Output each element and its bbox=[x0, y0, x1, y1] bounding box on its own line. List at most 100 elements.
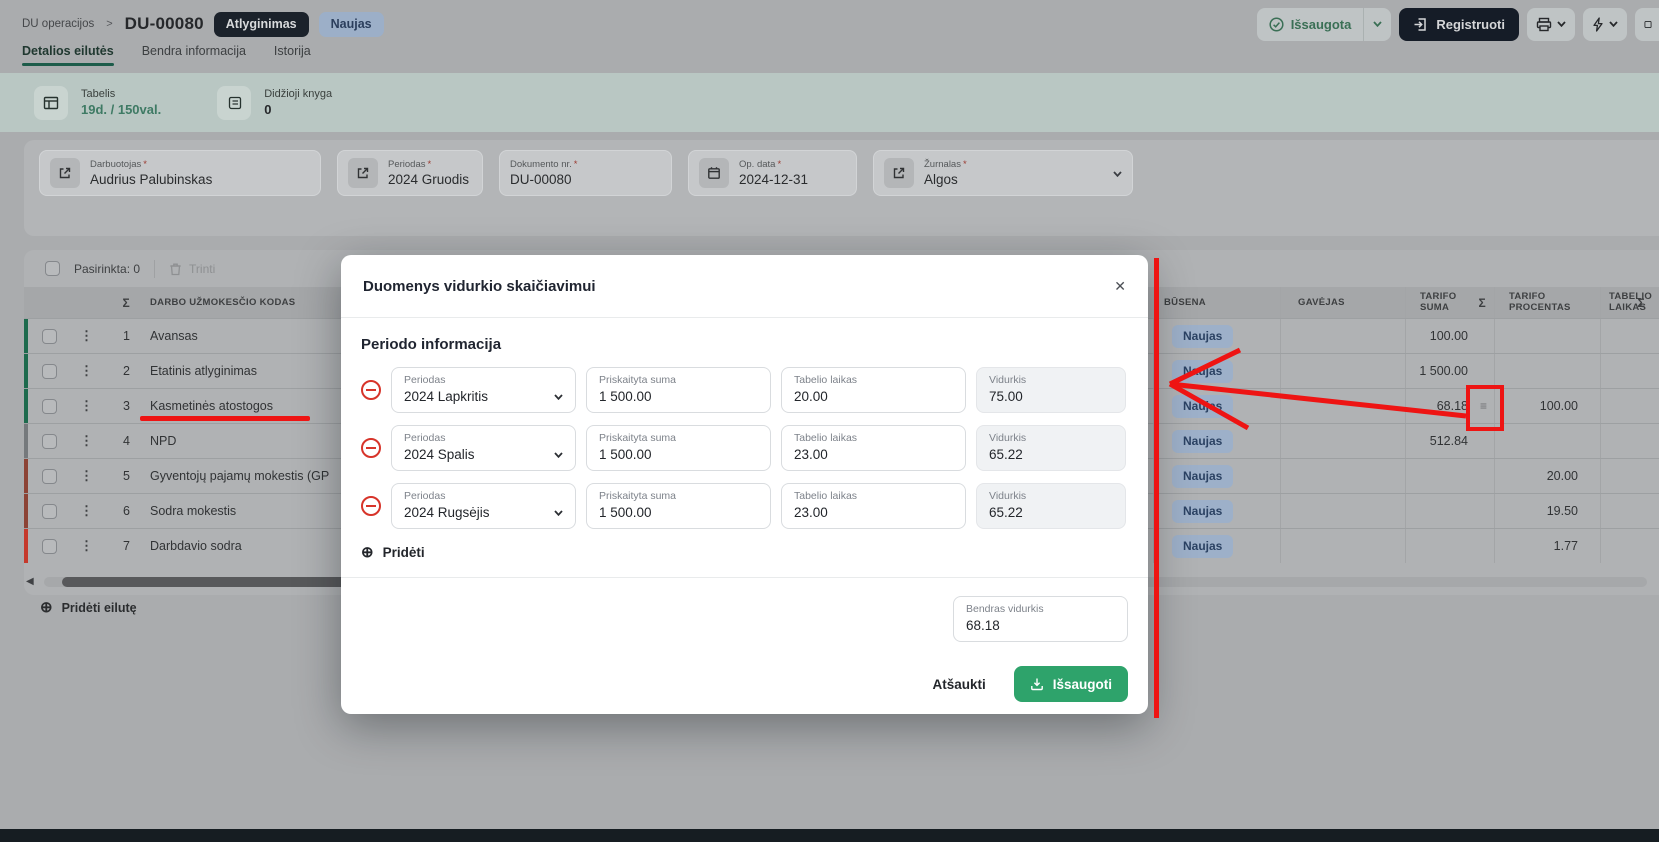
saved-button[interactable]: Išsaugota bbox=[1257, 8, 1392, 41]
vidurkis-value: 65.22 bbox=[989, 505, 1113, 520]
col-header-busena[interactable]: BŪSENA bbox=[1153, 287, 1280, 318]
row-checkbox[interactable] bbox=[42, 329, 57, 344]
save-icon bbox=[1030, 677, 1044, 691]
vidurkis-label: Vidurkis bbox=[989, 432, 1113, 444]
sigma-icon[interactable]: Σ bbox=[122, 296, 130, 310]
row-gavejas bbox=[1280, 354, 1405, 388]
period-select[interactable]: Periodas 2024 Rugsėjis bbox=[391, 483, 576, 529]
bendras-vidurkis-field: Bendras vidurkis 68.18 bbox=[953, 596, 1128, 642]
add-period-button[interactable]: ⊕ Pridėti bbox=[361, 543, 1128, 561]
chevron-down-icon[interactable] bbox=[1113, 164, 1122, 182]
remove-period-icon[interactable] bbox=[361, 380, 381, 400]
plus-circle-icon: ⊕ bbox=[40, 600, 53, 615]
tabelio-laikas-input[interactable]: Tabelio laikas 23.00 bbox=[781, 483, 966, 529]
external-link-icon bbox=[50, 158, 80, 188]
darbuotojas-field[interactable]: Darbuotojas* Audrius Palubinskas bbox=[39, 150, 321, 196]
period-value: 2024 Spalis bbox=[404, 447, 563, 462]
period-select[interactable]: Periodas 2024 Spalis bbox=[391, 425, 576, 471]
row-tarifo-procentas: 19.50 bbox=[1494, 494, 1600, 528]
period-label: Periodas bbox=[404, 374, 563, 386]
tab-istorija[interactable]: Istorija bbox=[274, 44, 311, 66]
tab-bendra-informacija[interactable]: Bendra informacija bbox=[142, 44, 246, 66]
print-button[interactable] bbox=[1527, 8, 1575, 41]
plus-circle-icon: ⊕ bbox=[361, 543, 374, 561]
dokumento-nr-field[interactable]: Dokumento nr.* DU-00080 bbox=[499, 150, 672, 196]
sigma-icon[interactable]: Σ bbox=[1478, 296, 1486, 310]
sigma-icon[interactable]: Σ bbox=[1637, 296, 1645, 310]
select-all-checkbox[interactable] bbox=[45, 261, 60, 276]
op-data-field[interactable]: Op. data* 2024-12-31 bbox=[688, 150, 857, 196]
col-header-tarifo-suma[interactable]: TARIFOSUMA Σ bbox=[1405, 287, 1494, 318]
tab-detalios-eilutes[interactable]: Detalios eilutės bbox=[22, 44, 114, 66]
priskaityta-label: Priskaityta suma bbox=[599, 374, 758, 386]
row-status-bar bbox=[24, 354, 28, 388]
row-menu-icon[interactable]: ⋮ bbox=[70, 354, 103, 388]
col-header-gavejas[interactable]: GAVĖJAS bbox=[1280, 287, 1405, 318]
actions-button[interactable] bbox=[1583, 8, 1627, 41]
row-menu-icon[interactable]: ⋮ bbox=[70, 319, 103, 353]
priskaityta-suma-input[interactable]: Priskaityta suma 1 500.00 bbox=[586, 425, 771, 471]
delete-button[interactable]: Trinti bbox=[169, 262, 215, 276]
remove-period-icon[interactable] bbox=[361, 496, 381, 516]
row-checkbox[interactable] bbox=[42, 364, 57, 379]
tabelio-value: 23.00 bbox=[794, 505, 953, 520]
remove-period-icon[interactable] bbox=[361, 438, 381, 458]
row-checkbox[interactable] bbox=[42, 434, 57, 449]
chevron-down-icon bbox=[554, 387, 563, 405]
breadcrumb[interactable]: DU operacijos bbox=[22, 18, 94, 30]
priskaityta-value: 1 500.00 bbox=[599, 389, 758, 404]
chevron-down-icon bbox=[554, 445, 563, 463]
row-tarifo-suma: 100.00 bbox=[1430, 329, 1468, 343]
row-status-badge: Naujas bbox=[1172, 500, 1233, 523]
scroll-left-arrow-icon[interactable]: ◀ bbox=[26, 576, 34, 587]
cancel-button[interactable]: Atšaukti bbox=[932, 677, 985, 692]
tabelio-laikas-input[interactable]: Tabelio laikas 23.00 bbox=[781, 425, 966, 471]
saved-dropdown-toggle[interactable] bbox=[1363, 8, 1391, 41]
priskaityta-suma-input[interactable]: Priskaityta suma 1 500.00 bbox=[586, 367, 771, 413]
periodas-label: Periodas bbox=[388, 159, 426, 170]
tabelio-laikas-input[interactable]: Tabelio laikas 20.00 bbox=[781, 367, 966, 413]
row-checkbox[interactable] bbox=[42, 539, 57, 554]
trash-icon bbox=[169, 262, 182, 276]
zurnalas-field[interactable]: Žurnalas* Algos bbox=[873, 150, 1133, 196]
external-link-icon bbox=[884, 158, 914, 188]
periodas-value: 2024 Gruodis bbox=[388, 172, 469, 187]
row-status-bar bbox=[24, 494, 28, 528]
opdata-value: 2024-12-31 bbox=[739, 172, 808, 187]
printer-icon bbox=[1536, 17, 1552, 32]
periodas-field[interactable]: Periodas* 2024 Gruodis bbox=[337, 150, 483, 196]
bottom-bar bbox=[0, 829, 1659, 842]
vidurkis-readonly: Vidurkis 75.00 bbox=[976, 367, 1126, 413]
row-status-bar bbox=[24, 424, 28, 458]
vidurkis-readonly: Vidurkis 65.22 bbox=[976, 425, 1126, 471]
tabelis-info[interactable]: Tabelis 19d. / 150val. bbox=[34, 86, 161, 120]
didzioji-knyga-info[interactable]: Didžioji knyga 0 bbox=[217, 86, 332, 120]
register-icon bbox=[1413, 17, 1428, 32]
more-button-clipped[interactable] bbox=[1635, 8, 1659, 41]
register-button[interactable]: Registruoti bbox=[1399, 8, 1519, 41]
row-checkbox[interactable] bbox=[42, 399, 57, 414]
selected-count: Pasirinkta: 0 bbox=[74, 262, 140, 276]
row-menu-icon[interactable]: ⋮ bbox=[70, 494, 103, 528]
close-icon[interactable]: ✕ bbox=[1114, 278, 1126, 295]
zurnalas-value: Algos bbox=[924, 172, 967, 187]
row-status-bar bbox=[24, 459, 28, 493]
col-header-tabelio-laikas[interactable]: TABELIOLAIKAS bbox=[1600, 287, 1659, 318]
row-checkbox[interactable] bbox=[42, 504, 57, 519]
priskaityta-suma-input[interactable]: Priskaityta suma 1 500.00 bbox=[586, 483, 771, 529]
delete-button-label: Trinti bbox=[189, 262, 215, 276]
row-gavejas bbox=[1280, 319, 1405, 353]
row-menu-icon[interactable]: ⋮ bbox=[70, 424, 103, 458]
row-menu-icon[interactable]: ⋮ bbox=[70, 529, 103, 563]
col-header-tarifo-procentas[interactable]: TARIFOPROCENTAS Σ bbox=[1494, 287, 1600, 318]
period-select[interactable]: Periodas 2024 Lapkritis bbox=[391, 367, 576, 413]
row-menu-icon[interactable]: ⋮ bbox=[70, 459, 103, 493]
row-checkbox[interactable] bbox=[42, 469, 57, 484]
add-row-button[interactable]: ⊕ Pridėti eilutę bbox=[40, 600, 137, 615]
tabelis-label: Tabelis bbox=[81, 88, 161, 100]
row-average-menu-icon[interactable]: ≡ bbox=[1480, 399, 1487, 413]
period-row: Periodas 2024 Rugsėjis Priskaityta suma … bbox=[361, 483, 1128, 529]
row-menu-icon[interactable]: ⋮ bbox=[70, 389, 103, 423]
row-tabelio-laikas bbox=[1600, 494, 1659, 528]
save-button[interactable]: Išsaugoti bbox=[1014, 666, 1128, 702]
